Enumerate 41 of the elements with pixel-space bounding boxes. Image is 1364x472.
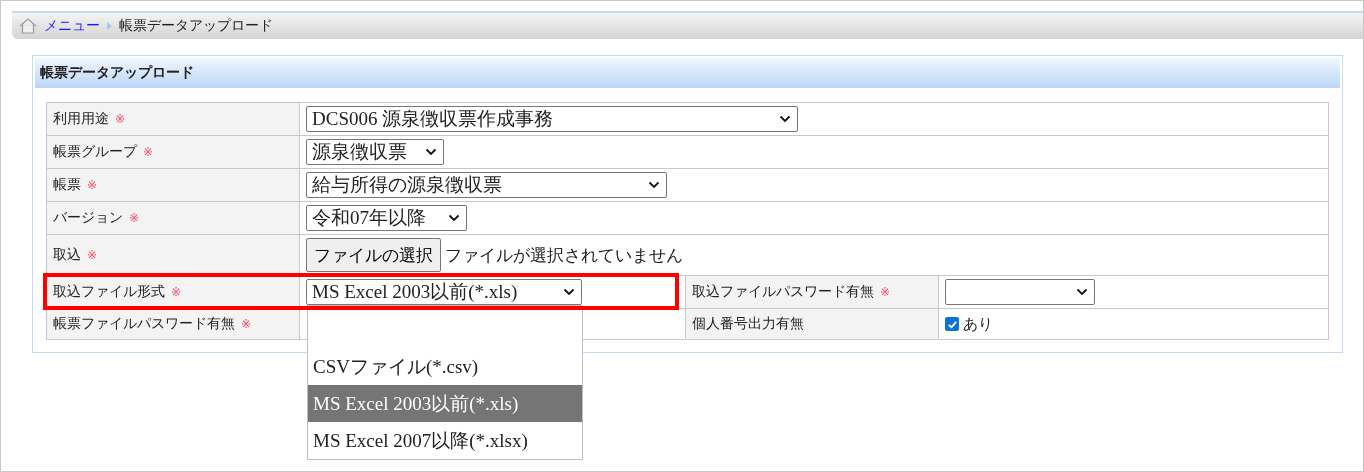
field-label: バージョン bbox=[53, 209, 123, 227]
breadcrumb-current: 帳票データアップロード bbox=[119, 17, 273, 35]
required-mark: ※ bbox=[880, 285, 891, 299]
required-mark: ※ bbox=[171, 285, 182, 299]
field-label: 取込ファイルパスワード有無 bbox=[692, 283, 874, 301]
choose-file-button[interactable]: ファイルの選択 bbox=[306, 238, 441, 272]
checkbox[interactable] bbox=[945, 317, 959, 331]
required-mark: ※ bbox=[143, 145, 154, 159]
caret-icon bbox=[648, 181, 660, 189]
select-field[interactable]: DCS006 源泉徴収票作成事務 bbox=[306, 106, 798, 132]
select-field[interactable]: 源泉徴収票 bbox=[306, 139, 444, 165]
select-field[interactable]: 給与所得の源泉徴収票 bbox=[306, 172, 667, 198]
checkbox-label: あり bbox=[963, 314, 993, 334]
caret-icon bbox=[448, 214, 460, 222]
panel-title: 帳票データアップロード bbox=[35, 58, 1340, 88]
chevron-icon bbox=[106, 21, 113, 31]
required-mark: ※ bbox=[87, 248, 98, 262]
dropdown-option[interactable]: CSVファイル(*.csv) bbox=[308, 348, 582, 385]
field-label: 個人番号出力有無 bbox=[692, 315, 804, 333]
required-mark: ※ bbox=[87, 178, 98, 192]
field-label: 取込 bbox=[53, 246, 81, 264]
select-field[interactable] bbox=[945, 279, 1095, 305]
required-mark: ※ bbox=[115, 112, 126, 126]
select-field[interactable]: MS Excel 2003以前(*.xls) bbox=[306, 279, 582, 305]
caret-icon bbox=[1076, 288, 1088, 296]
dropdown-option[interactable]: MS Excel 2007以降(*.xlsx) bbox=[308, 422, 582, 459]
file-status-text: ファイルが選択されていません bbox=[445, 244, 683, 267]
field-label: 帳票グループ bbox=[53, 143, 137, 161]
caret-icon bbox=[563, 288, 575, 296]
field-label: 帳票 bbox=[53, 176, 81, 194]
required-mark: ※ bbox=[241, 317, 252, 331]
caret-icon bbox=[779, 115, 791, 123]
required-mark: ※ bbox=[129, 211, 140, 225]
field-label: 利用用途 bbox=[53, 110, 109, 128]
breadcrumb-link[interactable]: メニュー bbox=[44, 17, 100, 35]
select-field[interactable]: 令和07年以降 bbox=[306, 205, 467, 231]
home-icon[interactable] bbox=[18, 16, 38, 36]
dropdown-option[interactable]: MS Excel 2003以前(*.xls) bbox=[308, 385, 582, 422]
field-label: 取込ファイル形式 bbox=[53, 283, 165, 301]
caret-icon bbox=[425, 148, 437, 156]
field-label: 帳票ファイルパスワード有無 bbox=[53, 315, 235, 333]
